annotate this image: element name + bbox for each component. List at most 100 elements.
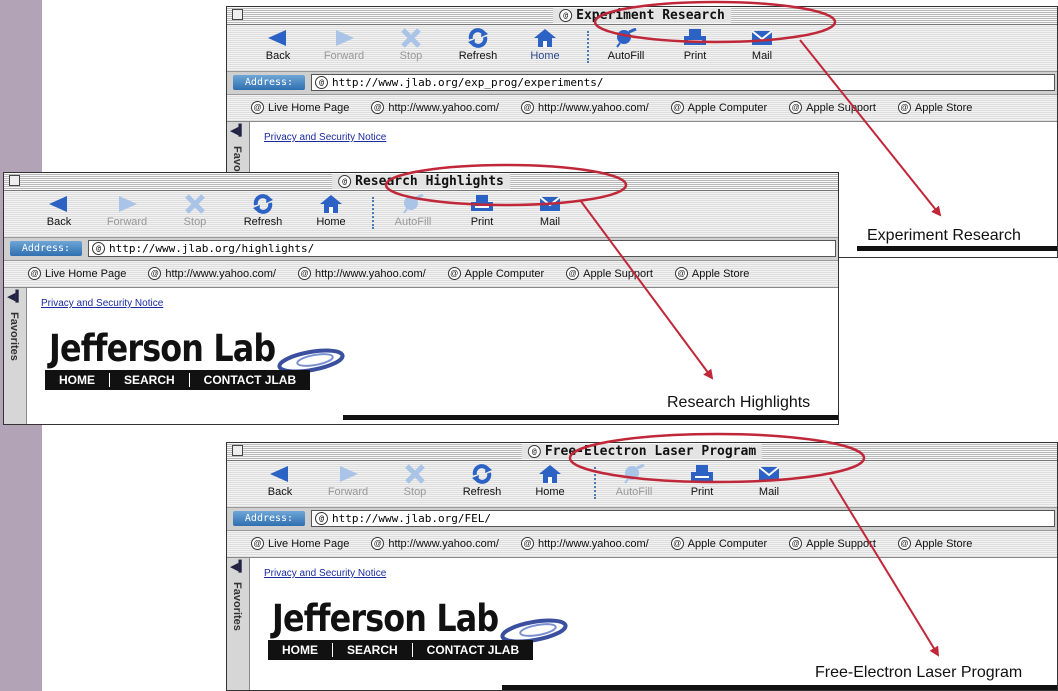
address-field[interactable]: @ http://www.jlab.org/FEL/ (311, 510, 1055, 527)
back-button[interactable]: Back (247, 28, 309, 62)
refresh-button[interactable]: Refresh (451, 464, 513, 498)
forward-button[interactable]: Forward (313, 28, 375, 62)
nav-search[interactable]: SEARCH (333, 643, 412, 657)
favorites-side-tab[interactable]: ◀▍ Favorites (227, 558, 250, 690)
favorite-item[interactable]: @ Live Home Page (251, 531, 349, 557)
stop-x-icon (405, 464, 425, 484)
page-title: Free-Electron Laser Program (815, 664, 1023, 681)
mail-button[interactable]: Mail (738, 464, 800, 498)
favorite-item[interactable]: @ http://www.yahoo.com/ (371, 95, 499, 121)
site-nav-bar: HOME SEARCH CONTACT JLAB (45, 370, 311, 390)
forward-button[interactable]: Forward (317, 464, 379, 498)
mail-button[interactable]: Mail (731, 28, 793, 62)
back-button[interactable]: Back (249, 464, 311, 498)
collapse-arrow-icon[interactable]: ◀▍ (230, 124, 247, 137)
at-icon: @ (670, 101, 684, 114)
toolbar: Back Forward Stop Refresh Home AutoFill … (227, 25, 1057, 72)
favorite-item[interactable]: @ Apple Store (674, 261, 749, 287)
at-icon: @ (897, 537, 911, 550)
window-title-text: Experiment Research (576, 8, 725, 23)
nav-contact[interactable]: CONTACT JLAB (413, 643, 533, 657)
nav-search[interactable]: SEARCH (110, 373, 189, 387)
title-bar[interactable]: @ Research Highlights (4, 173, 838, 191)
address-field[interactable]: @ http://www.jlab.org/highlights/ (88, 240, 836, 257)
forward-button[interactable]: Forward (96, 194, 158, 228)
favorite-item[interactable]: @ Apple Store (897, 531, 972, 557)
favorite-item[interactable]: @ Apple Store (897, 95, 972, 121)
autofill-button[interactable]: AutoFill (382, 194, 444, 228)
jefferson-lab-logo[interactable]: Jefferson Lab (49, 329, 276, 369)
title-bar[interactable]: @ Free-Electron Laser Program (227, 443, 1057, 461)
favorite-item[interactable]: @ http://www.yahoo.com/ (298, 261, 426, 287)
home-button[interactable]: Home (519, 464, 581, 498)
refresh-button[interactable]: Refresh (232, 194, 294, 228)
stop-button[interactable]: Stop (164, 194, 226, 228)
close-box[interactable] (232, 445, 243, 456)
browser-window-research-highlights: @ Research Highlights Back Forward Stop R… (3, 172, 839, 425)
jefferson-lab-logo[interactable]: Jefferson Lab (272, 599, 499, 639)
favorite-item[interactable]: @ Live Home Page (251, 95, 349, 121)
at-icon: @ (371, 101, 385, 114)
forward-label: Forward (327, 486, 369, 498)
print-label: Print (683, 50, 707, 62)
mail-label: Mail (758, 486, 780, 498)
mail-button[interactable]: Mail (519, 194, 581, 228)
privacy-link[interactable]: Privacy and Security Notice (41, 298, 163, 309)
favorite-item[interactable]: @ http://www.yahoo.com/ (371, 531, 499, 557)
nav-contact[interactable]: CONTACT JLAB (190, 373, 310, 387)
stop-button[interactable]: Stop (384, 464, 446, 498)
print-label: Print (470, 216, 494, 228)
home-label: Home (316, 216, 346, 228)
page-title: Research Highlights (667, 394, 811, 411)
refresh-button[interactable]: Refresh (447, 28, 509, 62)
window-title-text: Research Highlights (355, 174, 504, 189)
collapse-arrow-icon[interactable]: ◀▍ (230, 560, 247, 573)
title-bar[interactable]: @ Experiment Research (227, 7, 1057, 25)
collapse-arrow-icon[interactable]: ◀▍ (7, 290, 24, 303)
autofill-button[interactable]: AutoFill (595, 28, 657, 62)
favorite-item[interactable]: @ Apple Support (789, 95, 876, 121)
close-box[interactable] (232, 9, 243, 20)
favorite-item[interactable]: @ Apple Support (566, 261, 653, 287)
autofill-label: AutoFill (394, 216, 432, 228)
back-arrow-icon (270, 466, 288, 482)
home-button[interactable]: Home (300, 194, 362, 228)
back-button[interactable]: Back (28, 194, 90, 228)
print-label: Print (690, 486, 714, 498)
favorite-item[interactable]: @ Apple Computer (670, 531, 767, 557)
toolbar: Back Forward Stop Refresh Home AutoFill … (4, 191, 838, 238)
print-button[interactable]: Print (451, 194, 513, 228)
home-label: Home (530, 50, 560, 62)
refresh-label: Refresh (458, 50, 498, 62)
favorite-item[interactable]: @ Apple Computer (447, 261, 544, 287)
forward-label: Forward (323, 50, 365, 62)
at-icon: @ (371, 537, 385, 550)
autofill-button[interactable]: AutoFill (603, 464, 665, 498)
privacy-link[interactable]: Privacy and Security Notice (264, 568, 386, 579)
mail-label: Mail (751, 50, 773, 62)
favorite-item[interactable]: @ Apple Computer (670, 95, 767, 121)
autofill-pen-icon (624, 464, 645, 484)
favorite-item[interactable]: @ Live Home Page (28, 261, 126, 287)
address-field[interactable]: @ http://www.jlab.org/exp_prog/experiment… (311, 74, 1055, 91)
stop-button[interactable]: Stop (380, 28, 442, 62)
print-button[interactable]: Print (671, 464, 733, 498)
favorites-side-tab[interactable]: ◀▍ Favorites (4, 288, 27, 424)
window-title: @ Free-Electron Laser Program (521, 444, 763, 459)
title-underline (857, 246, 1057, 251)
home-button[interactable]: Home (514, 28, 576, 62)
favorite-item[interactable]: @ http://www.yahoo.com/ (148, 261, 276, 287)
privacy-link[interactable]: Privacy and Security Notice (264, 132, 386, 143)
nav-home[interactable]: HOME (268, 643, 332, 657)
at-icon: @ (897, 101, 911, 114)
page-content: Privacy and Security Notice Jefferson La… (250, 558, 1057, 690)
close-box[interactable] (9, 175, 20, 186)
favorite-item[interactable]: @ Apple Support (789, 531, 876, 557)
at-icon: @ (28, 267, 41, 280)
nav-home[interactable]: HOME (45, 373, 109, 387)
stop-x-icon (401, 28, 421, 48)
print-button[interactable]: Print (664, 28, 726, 62)
favorite-item[interactable]: @ http://www.yahoo.com/ (521, 531, 649, 557)
stop-x-icon (185, 194, 205, 214)
favorite-item[interactable]: @ http://www.yahoo.com/ (521, 95, 649, 121)
